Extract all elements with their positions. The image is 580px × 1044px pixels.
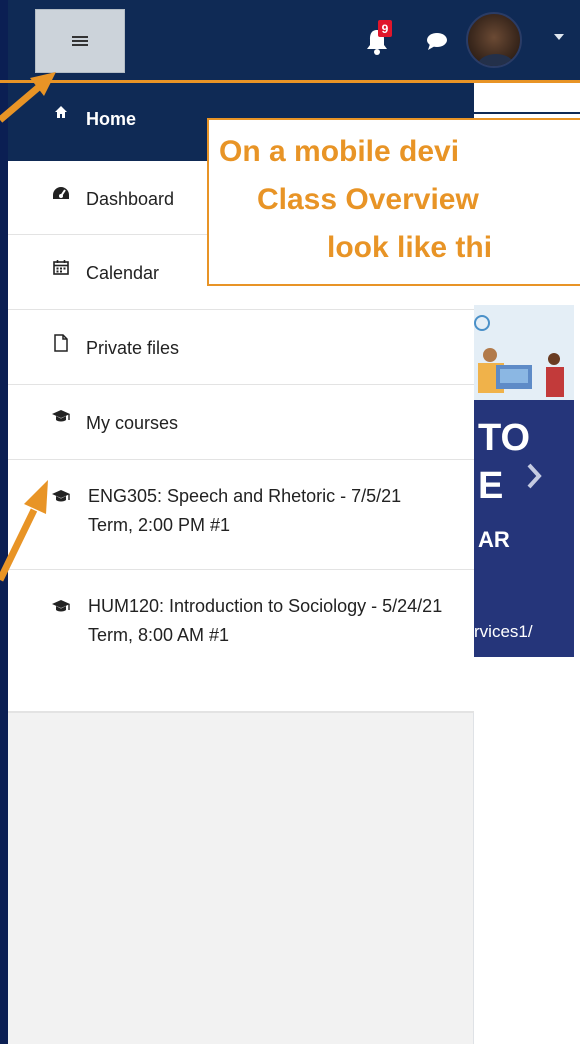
drawer-item-label: My courses (86, 413, 179, 433)
user-avatar[interactable] (466, 12, 522, 68)
drawer-item-label: Home (86, 109, 137, 129)
banner-url-text: rvices1/ (474, 622, 533, 641)
callout-line1: On a mobile devi (219, 135, 460, 168)
banner-text-line2: E (478, 465, 504, 507)
file-icon (50, 334, 72, 352)
notification-badge: 9 (378, 20, 392, 37)
callout-line2: Class Overview (257, 183, 479, 216)
dashboard-icon (50, 185, 72, 201)
banner-text-line1: TO (478, 417, 531, 459)
calendar-icon (50, 259, 72, 275)
drawer-item-label: HUM120: Introduction to Sociology - 5/24… (88, 596, 443, 645)
course-banner[interactable]: TO E AR (474, 305, 574, 657)
arrow-to-course-icon (0, 480, 48, 582)
drawer-item-label: Private files (86, 338, 180, 358)
banner-illustration (474, 305, 574, 400)
callout-line3: look like thi (327, 231, 493, 264)
drawer-item-label: Calendar (86, 263, 160, 283)
hamburger-icon (72, 36, 88, 46)
chat-bubble-icon[interactable] (426, 32, 448, 50)
people-illustration (474, 315, 564, 397)
banner-text-line3: AR (478, 527, 510, 552)
drawer-item-course-hum120[interactable]: HUM120: Introduction to Sociology - 5/24… (8, 570, 474, 713)
drawer-item-label: ENG305: Speech and Rhetoric - 7/5/21 Ter… (88, 486, 402, 535)
content-tab-strip (474, 84, 580, 114)
caret-down-icon[interactable] (554, 34, 564, 40)
graduation-cap-icon (50, 409, 72, 423)
drawer-item-my-courses[interactable]: My courses (8, 385, 474, 460)
graduation-cap-icon (50, 599, 72, 613)
arrow-to-menu-icon (0, 72, 56, 123)
drawer-item-private-files[interactable]: Private files (8, 310, 474, 385)
annotation-callout: On a mobile devi Class Overview look lik… (207, 118, 580, 286)
drawer-item-label: Dashboard (86, 189, 175, 209)
chevron-right-icon[interactable] (526, 462, 542, 490)
drawer-item-course-eng305[interactable]: ENG305: Speech and Rhetoric - 7/5/21 Ter… (8, 460, 474, 570)
